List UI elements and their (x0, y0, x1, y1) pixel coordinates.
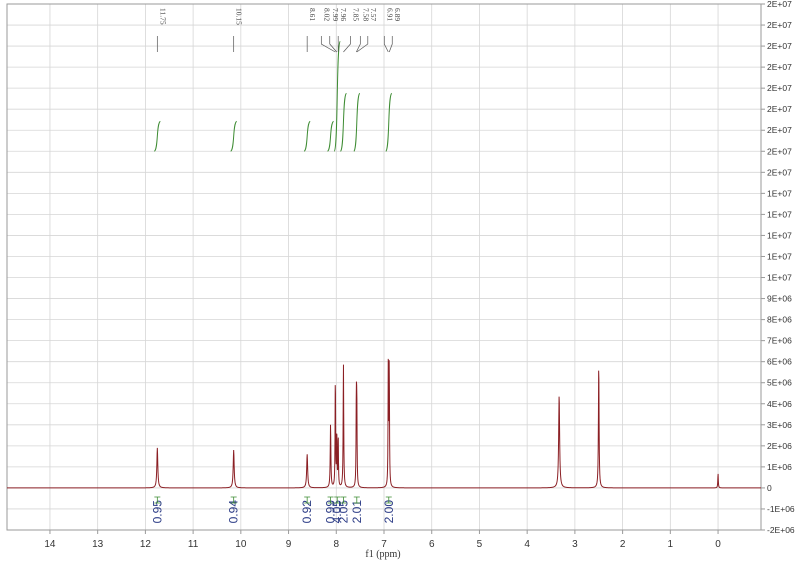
y-tick-label: 1E+07 (767, 251, 792, 261)
y-tick-label: -1E+06 (767, 504, 795, 514)
integral-curve (385, 92, 393, 152)
y-tick-label: 4E+06 (767, 399, 792, 409)
y-tick-label: 5E+06 (767, 378, 792, 388)
y-tick-label: 2E+07 (767, 104, 792, 114)
x-tick-label: 3 (572, 539, 578, 550)
nmr-spectrum-chart: 0.95 0.94 0.92 0.994.052.05 2.01 2.0011.75 10.… (6, 0, 795, 560)
peak-label: 11.75 (158, 8, 167, 25)
peak-label: 8.02 (322, 8, 331, 21)
x-tick-label: 12 (140, 539, 152, 550)
peak-label: 7.85 (351, 8, 360, 21)
x-tick-label: 0 (715, 539, 721, 550)
y-tick-label: 1E+06 (767, 462, 792, 472)
y-tick-label: 2E+07 (767, 0, 792, 9)
y-tick-label: 2E+07 (767, 20, 792, 30)
peak-label: 8.61 (308, 8, 317, 21)
peak-label: 7.57 (369, 8, 378, 21)
grid-layer (7, 3, 761, 531)
x-tick-label: 1 (668, 539, 674, 550)
peak-leader-line (343, 36, 351, 53)
y-tick-label: 3E+06 (767, 420, 792, 430)
y-tick-label: 2E+07 (767, 125, 792, 135)
integral-curve (339, 92, 347, 152)
y-tick-label: -2E+06 (767, 525, 795, 535)
x-tick-label: 5 (477, 539, 483, 550)
peak-leader-line (388, 36, 393, 53)
x-tick-label: 11 (188, 539, 199, 550)
x-axis-label: f1 (ppm) (365, 549, 400, 560)
integral-curve (333, 40, 341, 152)
x-tick-label: 10 (235, 539, 247, 550)
y-tick-label: 0 (767, 483, 772, 493)
y-tick-label: 1E+07 (767, 230, 792, 240)
y-tick-label: 6E+06 (767, 357, 792, 367)
y-tick-label: 1E+07 (767, 188, 792, 198)
integral-curve (153, 120, 161, 152)
peak-label: 6.89 (393, 8, 402, 21)
y-tick-label: 9E+06 (767, 294, 792, 304)
peak-leader-line (356, 36, 369, 53)
integral-curve (230, 120, 238, 152)
y-tick-label: 2E+07 (767, 62, 792, 72)
x-tick-label: 4 (524, 539, 530, 550)
x-tick-label: 2 (620, 539, 626, 550)
peak-label: 6.91 (385, 8, 394, 21)
y-tick-label: 2E+06 (767, 441, 792, 451)
integral-curves (153, 40, 393, 152)
x-tick-label: 6 (429, 539, 435, 550)
peak-leader-line (383, 36, 389, 53)
y-tick-label: 8E+06 (767, 315, 792, 325)
peak-leader-line (320, 36, 336, 53)
y-tick-label: 2E+07 (767, 41, 792, 51)
x-tick-label: 8 (333, 539, 339, 550)
peak-label: 7.96 (339, 8, 348, 21)
y-tick-label: 2E+07 (767, 146, 792, 156)
y-tick-label: 2E+07 (767, 167, 792, 177)
x-tick-label: 13 (92, 539, 104, 550)
integral-curve (327, 120, 334, 152)
peak-label: 10.15 (235, 8, 244, 25)
integral-curve (353, 92, 361, 152)
y-tick-label: 1E+07 (767, 209, 792, 219)
y-tick-label: 7E+06 (767, 336, 792, 346)
x-tick-label: 9 (286, 539, 292, 550)
y-tick-label: 2E+07 (767, 83, 792, 93)
x-tick-label: 14 (44, 539, 56, 550)
y-tick-label: 1E+07 (767, 273, 792, 283)
integral-curve (303, 120, 311, 152)
peak-label: 7.99 (331, 8, 340, 21)
